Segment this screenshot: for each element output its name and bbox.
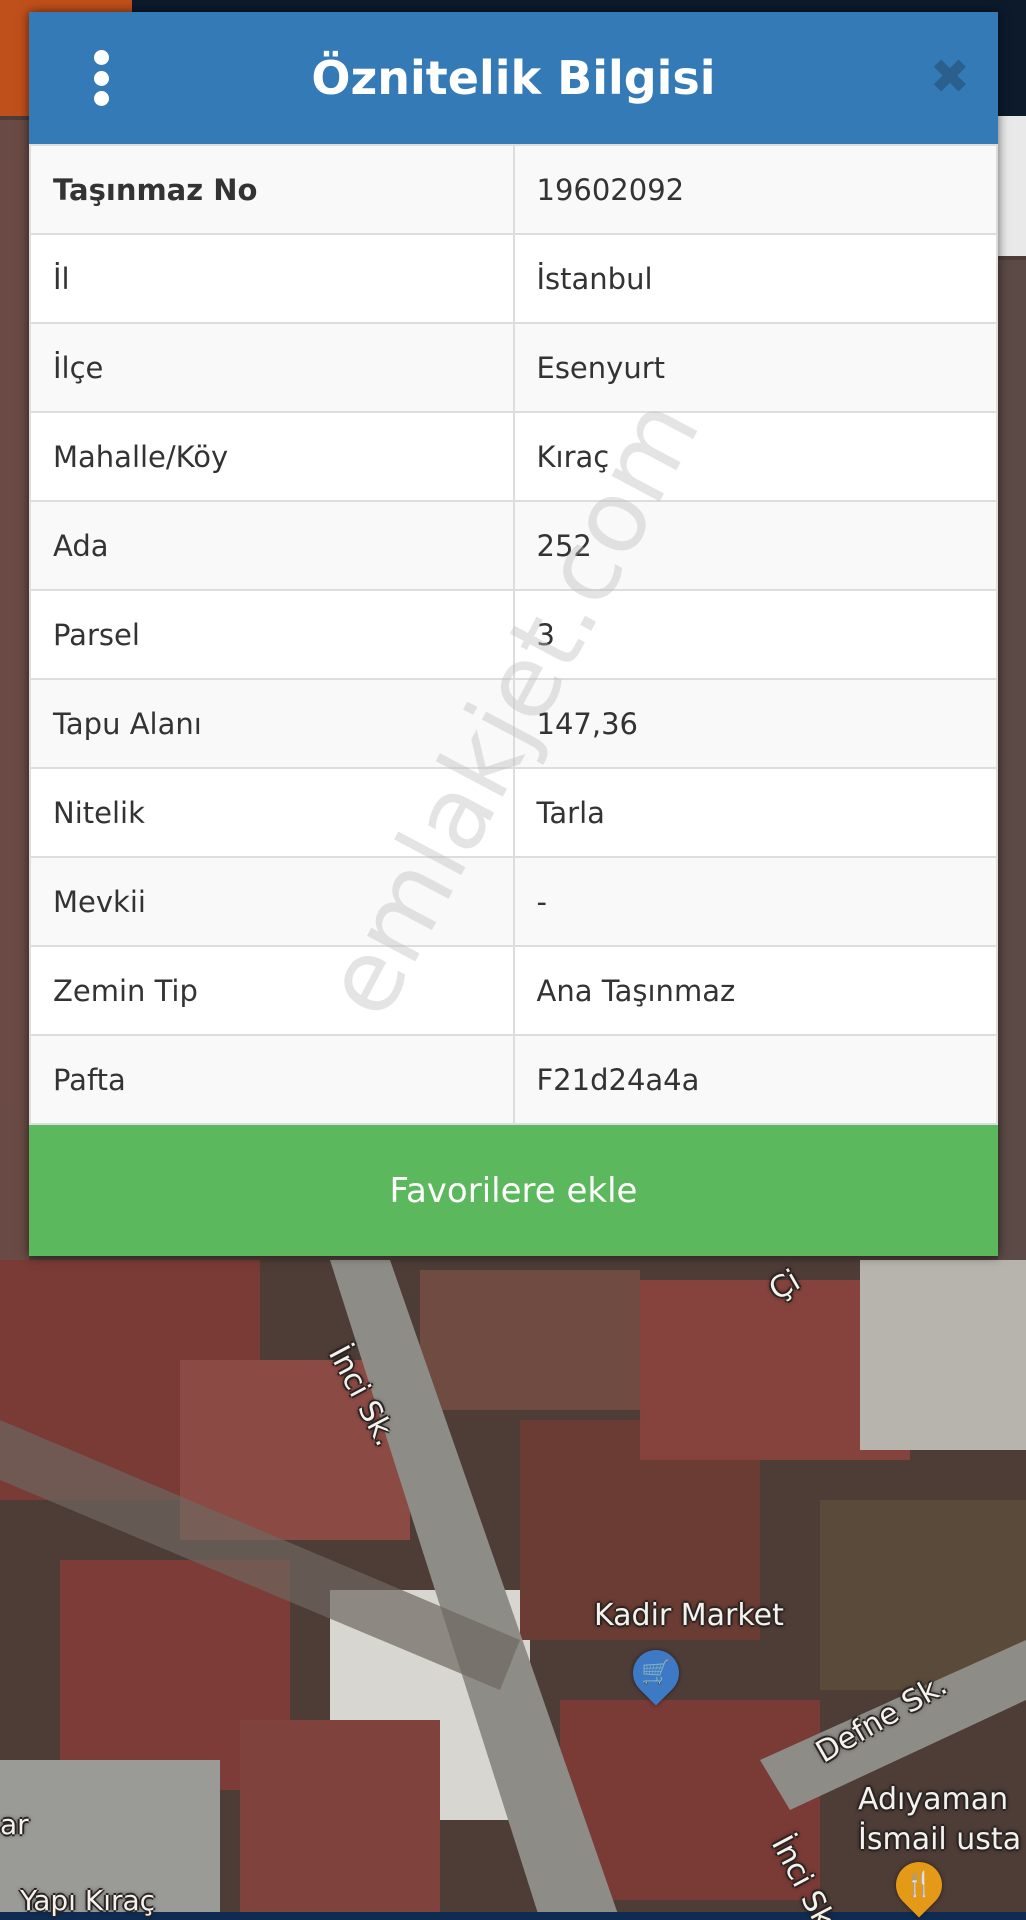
attribute-value: F21d24a4a [512, 1034, 998, 1125]
attribute-key: Mahalle/Köy [29, 411, 515, 502]
attribute-value: 147,36 [512, 678, 998, 769]
table-row: Zemin Tip Ana Taşınmaz [29, 945, 998, 1036]
attribute-value: - [512, 856, 998, 947]
close-icon[interactable]: ✖ [930, 54, 970, 102]
attribute-table: Taşınmaz No 19602092 İl İstanbul İlçe Es… [29, 144, 998, 1125]
table-row: Parsel 3 [29, 589, 998, 680]
table-row: İl İstanbul [29, 233, 998, 324]
attribute-key: Mevkii [29, 856, 515, 947]
poi-label-ar: ar [0, 1808, 29, 1841]
attribute-key: İlçe [29, 322, 515, 413]
table-row: Pafta F21d24a4a [29, 1034, 998, 1125]
table-row: Nitelik Tarla [29, 767, 998, 858]
attribute-info-dialog: Öznitelik Bilgisi ✖ Taşınmaz No 19602092… [29, 12, 998, 1256]
table-row: Ada 252 [29, 500, 998, 591]
table-row: Taşınmaz No 19602092 [29, 144, 998, 235]
map-side-control[interactable] [998, 116, 1026, 256]
attribute-value: 3 [512, 589, 998, 680]
attribute-key: Ada [29, 500, 515, 591]
add-to-favorites-button[interactable]: Favorilere ekle [29, 1125, 998, 1256]
poi-label-adiyaman[interactable]: Adıyaman [858, 1782, 1008, 1817]
attribute-key: Parsel [29, 589, 515, 680]
dialog-header: Öznitelik Bilgisi ✖ [29, 12, 998, 144]
table-row: İlçe Esenyurt [29, 322, 998, 413]
attribute-key: Pafta [29, 1034, 515, 1125]
attribute-key: Zemin Tip [29, 945, 515, 1036]
more-options-icon[interactable] [81, 50, 121, 106]
attribute-value: Tarla [512, 767, 998, 858]
attribute-key: Tapu Alanı [29, 678, 515, 769]
attribute-key: İl [29, 233, 515, 324]
poi-label-ismail-usta[interactable]: İsmail usta [858, 1822, 1021, 1857]
table-row: Mahalle/Köy Kıraç [29, 411, 998, 502]
attribute-value: Kıraç [512, 411, 998, 502]
attribute-value: 252 [512, 500, 998, 591]
table-row: Mevkii - [29, 856, 998, 947]
poi-label-yapi-kirac[interactable]: Yapı Kıraç [20, 1884, 155, 1917]
dialog-title: Öznitelik Bilgisi [311, 51, 716, 105]
attribute-value: Ana Taşınmaz [512, 945, 998, 1036]
attribute-key: Nitelik [29, 767, 515, 858]
attribute-value: 19602092 [512, 144, 998, 235]
poi-label-kadir-market[interactable]: Kadir Market [594, 1598, 784, 1633]
table-row: Tapu Alanı 147,36 [29, 678, 998, 769]
attribute-value: İstanbul [512, 233, 998, 324]
attribute-key: Taşınmaz No [29, 144, 515, 235]
attribute-value: Esenyurt [512, 322, 998, 413]
